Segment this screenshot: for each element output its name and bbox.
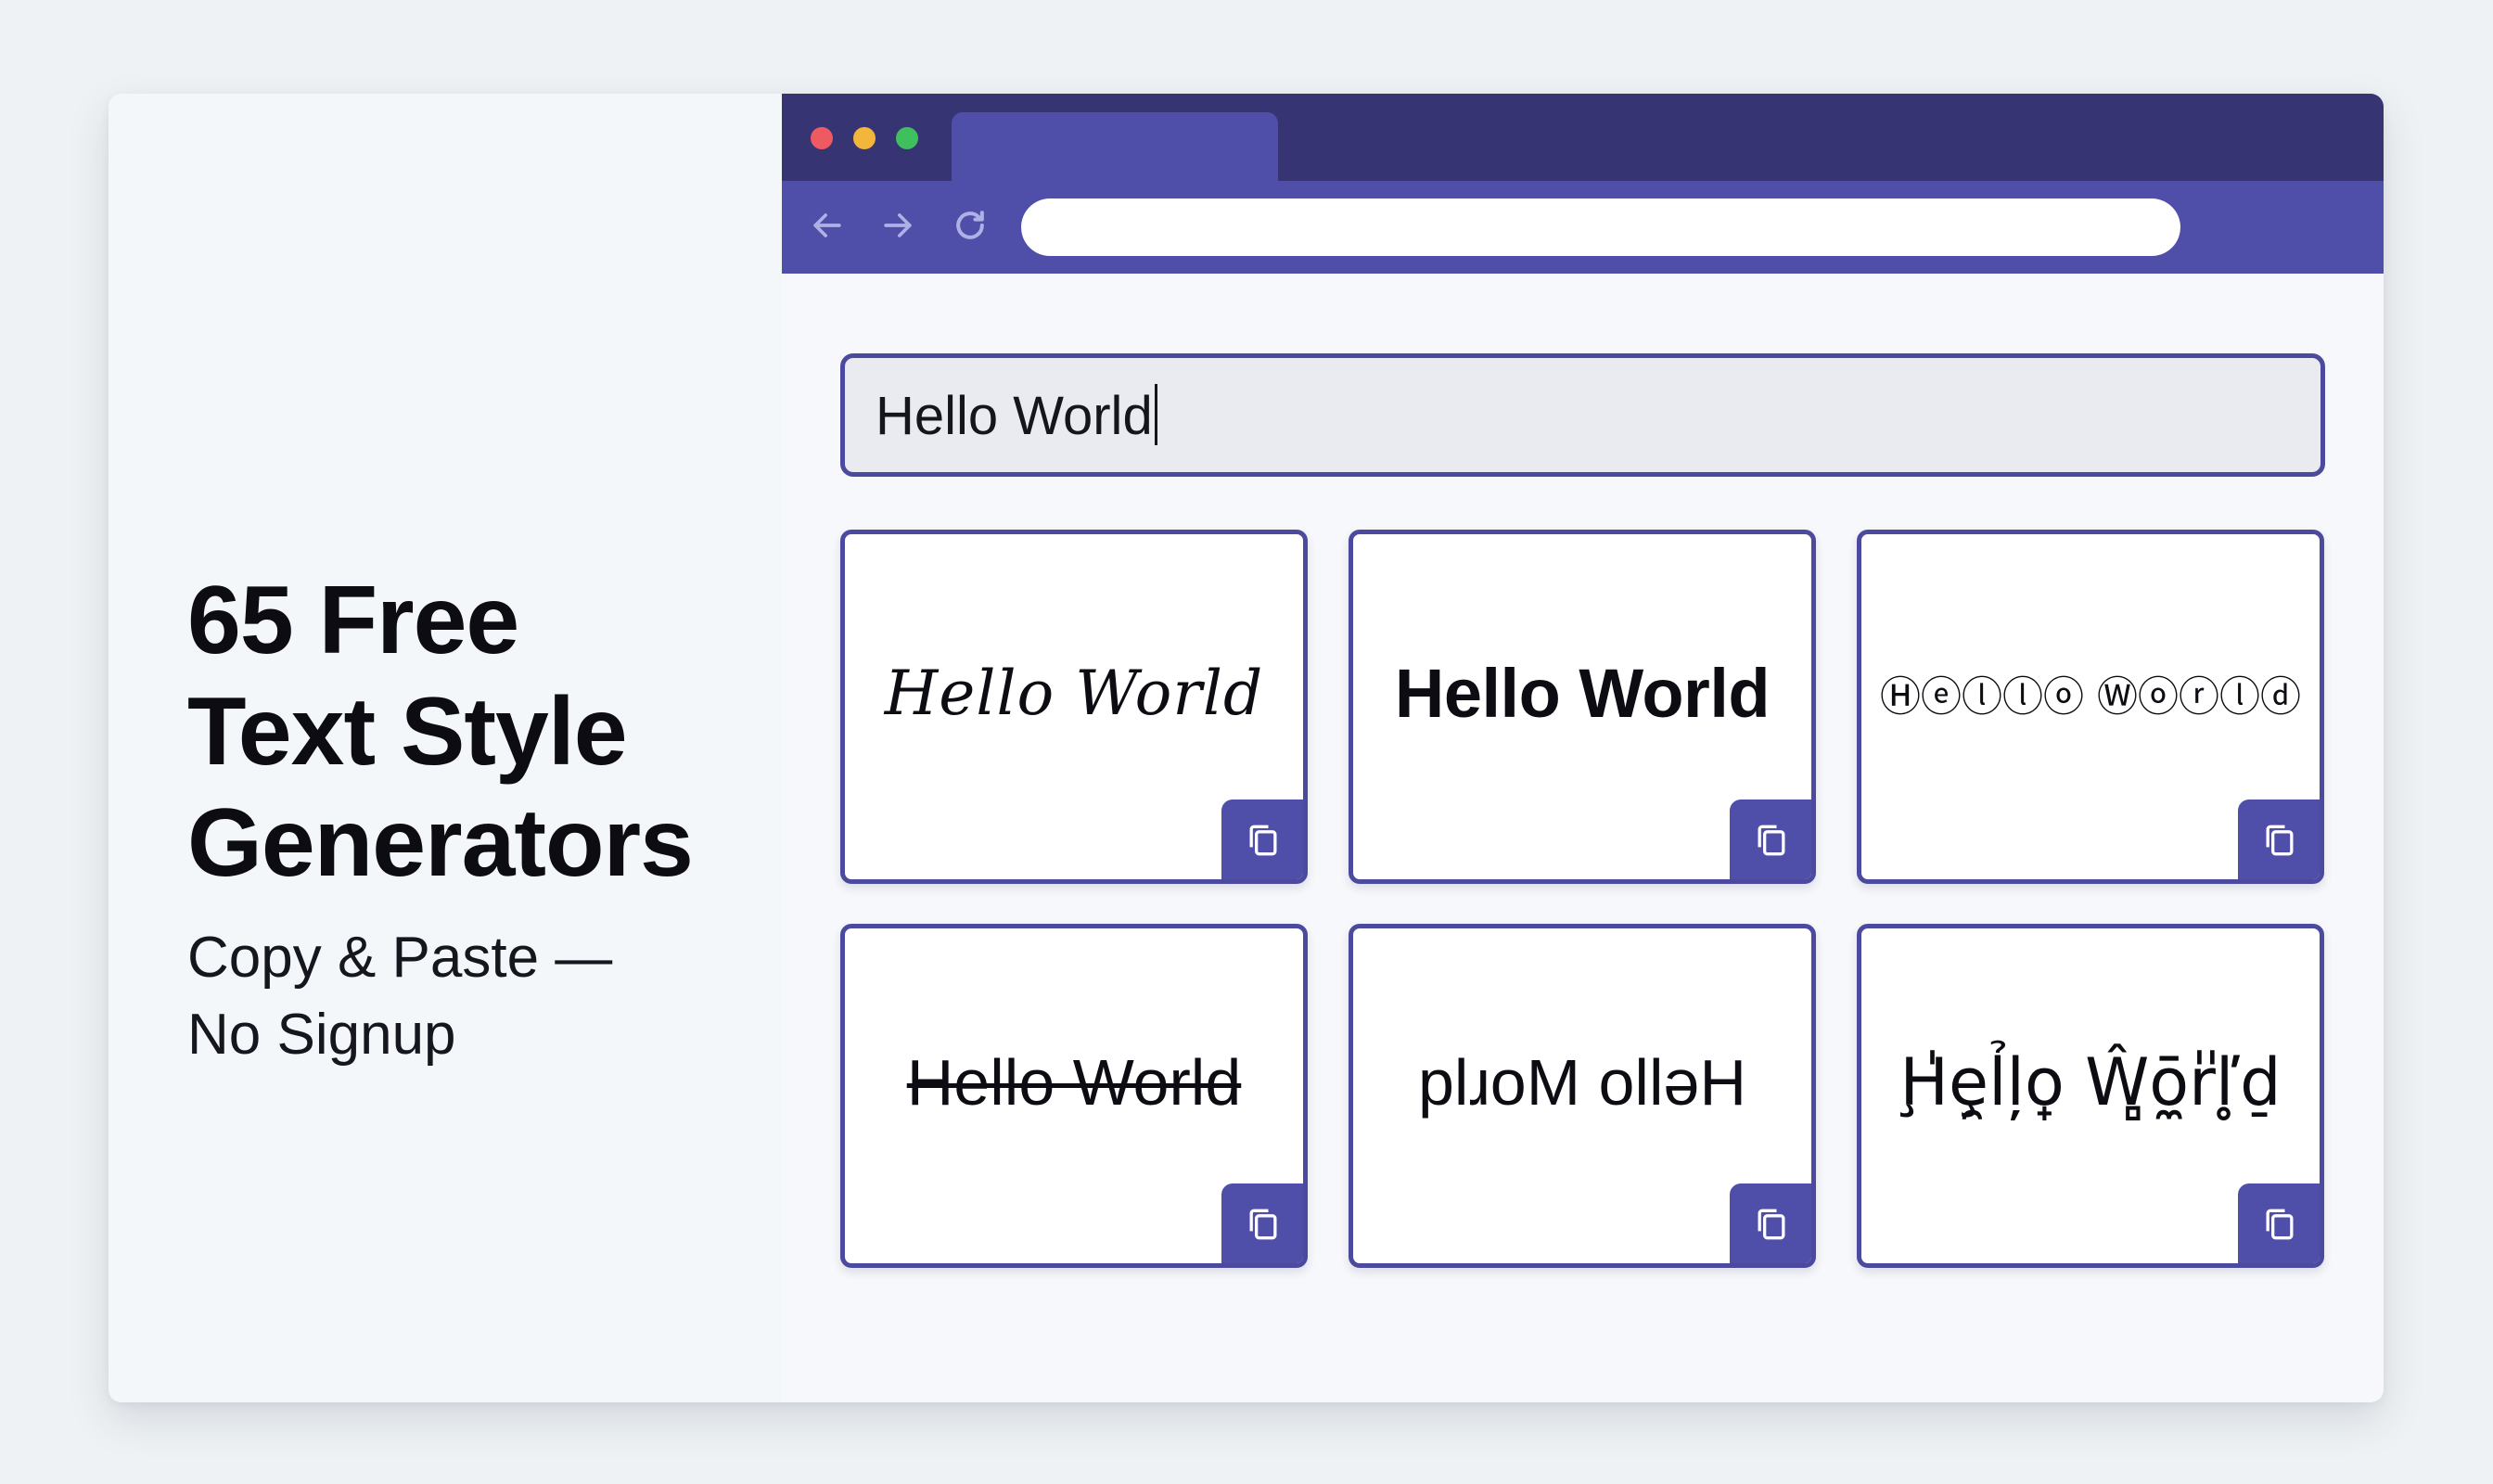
- style-card-circled[interactable]: Ⓗⓔⓛⓛⓞ Ⓦⓞⓡⓛⓓ: [1857, 530, 2324, 884]
- style-card-strikethrough[interactable]: Hello World: [840, 924, 1308, 1268]
- subheadline-line-2: No Signup: [187, 1003, 456, 1067]
- subheadline: Copy & Paste — No Signup: [187, 919, 744, 1073]
- arrow-left-icon[interactable]: [807, 205, 848, 246]
- hero-text-panel: 65 Free Text Style Generators Copy & Pas…: [109, 94, 782, 1402]
- reload-icon[interactable]: [950, 205, 991, 246]
- copy-icon: [2266, 825, 2294, 856]
- hero-card: 65 Free Text Style Generators Copy & Pas…: [109, 94, 2384, 1402]
- style-card-upside-down[interactable]: plɹoM ollǝH: [1349, 924, 1816, 1268]
- copy-button[interactable]: [1730, 800, 1811, 879]
- text-input-field[interactable]: Hello World: [840, 353, 2325, 477]
- close-window-button[interactable]: [811, 127, 833, 149]
- copy-icon: [1249, 825, 1277, 856]
- style-card-bold[interactable]: Hello World: [1349, 530, 1816, 884]
- browser-window: Hello World Hello World Hello World Ⓗⓔⓛⓛ…: [782, 94, 2384, 1402]
- browser-tab[interactable]: [952, 112, 1278, 181]
- copy-icon: [1249, 1209, 1277, 1240]
- copy-button[interactable]: [2238, 800, 2320, 879]
- copy-button[interactable]: [2238, 1183, 2320, 1263]
- minimize-window-button[interactable]: [853, 127, 876, 149]
- text-input-value: Hello World: [876, 386, 1153, 446]
- subheadline-line-1: Copy & Paste —: [187, 926, 613, 990]
- browser-toolbar: [782, 181, 2384, 274]
- text-input-value-wrap[interactable]: Hello World: [876, 384, 1157, 448]
- style-card-glitch[interactable]: Ḩ̍ȩ̯l̉l̦o̟ Ŵ̻ō̼r̎ľ̥d̠: [1857, 924, 2324, 1268]
- arrow-right-icon[interactable]: [877, 205, 918, 246]
- headline-line-1: 65 Free: [187, 567, 519, 674]
- maximize-window-button[interactable]: [896, 127, 918, 149]
- copy-icon: [1758, 1209, 1785, 1240]
- copy-button[interactable]: [1730, 1183, 1811, 1263]
- text-caret: [1154, 384, 1157, 445]
- headline-line-2: Text Style: [187, 678, 628, 786]
- canvas: 65 Free Text Style Generators Copy & Pas…: [0, 0, 2493, 1484]
- headline: 65 Free Text Style Generators: [187, 565, 781, 899]
- headline-line-3: Generators: [187, 789, 694, 897]
- copy-button[interactable]: [1221, 800, 1303, 879]
- copy-button[interactable]: [1221, 1183, 1303, 1263]
- copy-icon: [1758, 825, 1785, 856]
- style-card-script[interactable]: Hello World: [840, 530, 1308, 884]
- address-bar[interactable]: [1021, 198, 2180, 256]
- browser-tab-bar: [782, 94, 2384, 181]
- copy-icon: [2266, 1209, 2294, 1240]
